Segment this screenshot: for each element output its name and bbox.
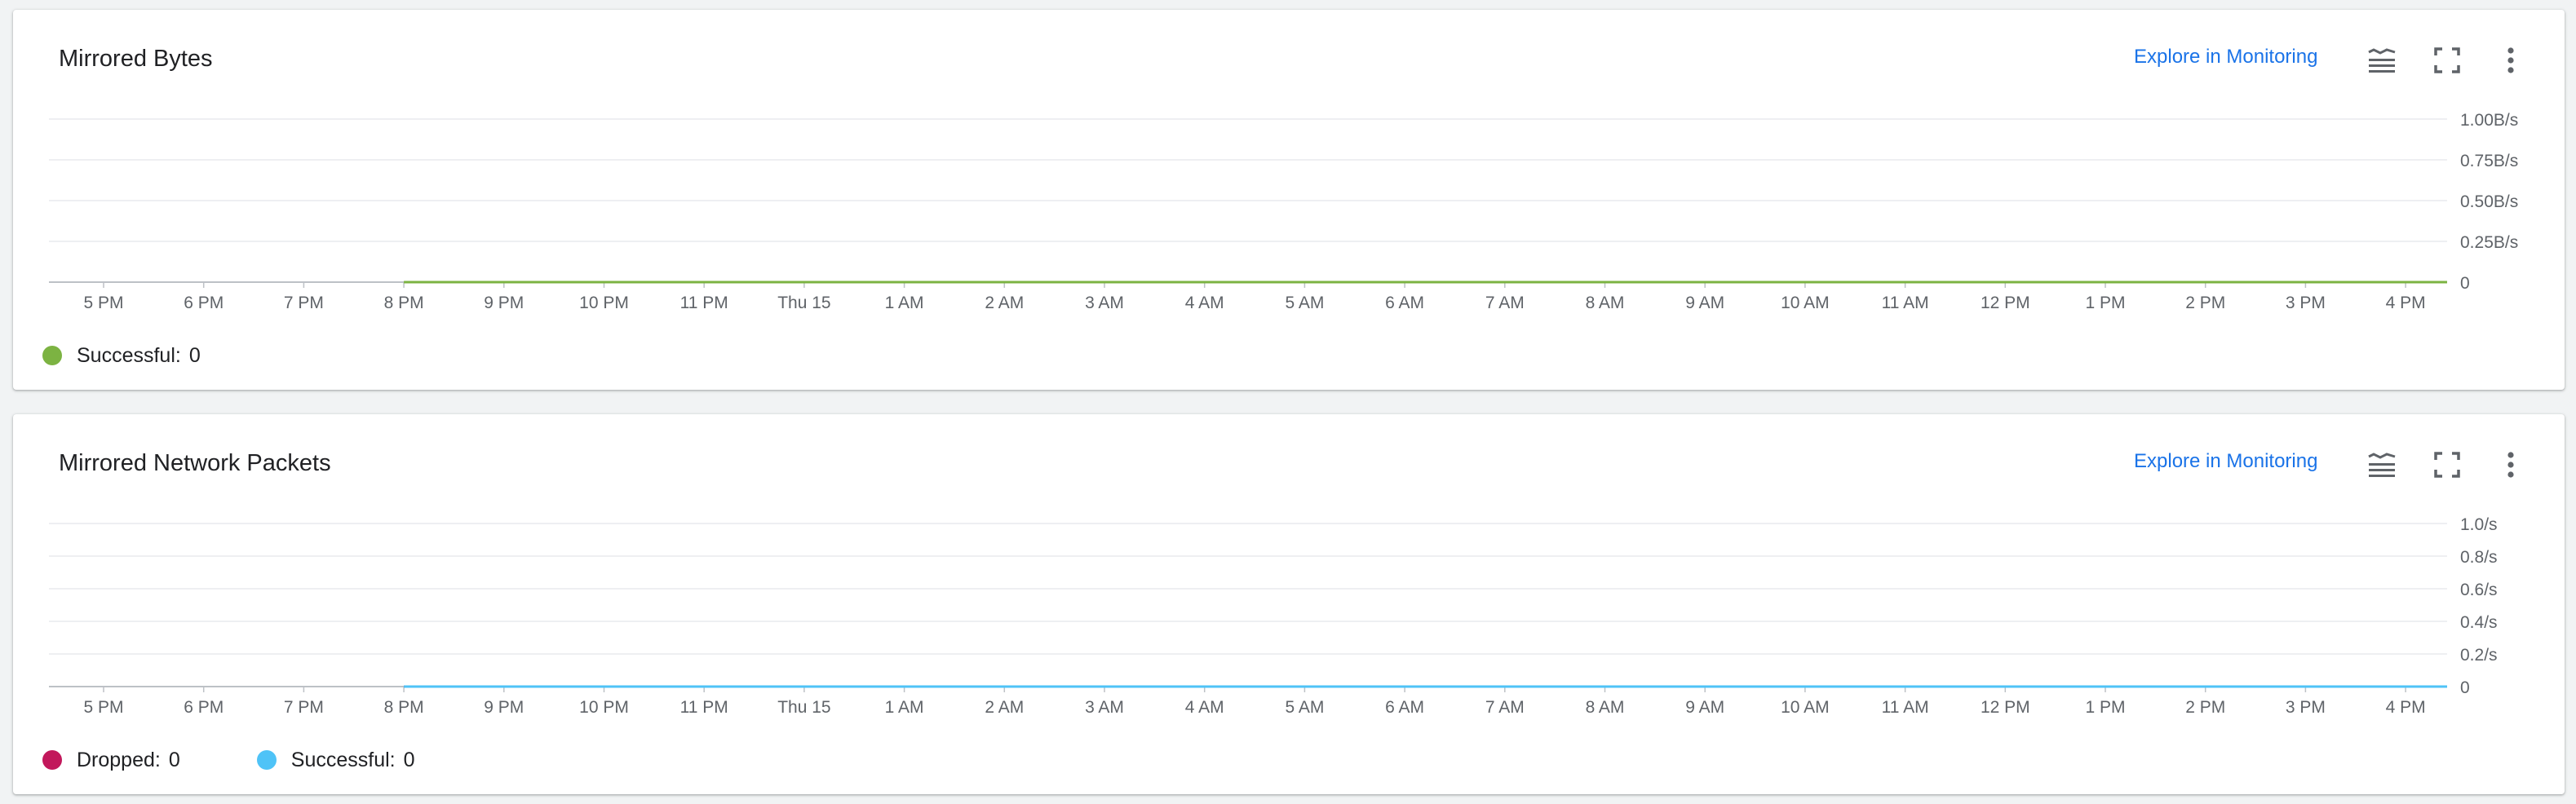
legend-value: 0 [168, 748, 180, 771]
x-tick-label: 10 PM [579, 698, 629, 717]
x-tick-label: 6 PM [184, 294, 224, 312]
x-tick-label: 4 AM [1185, 294, 1224, 312]
x-tick-label: 12 PM [1981, 698, 2030, 717]
y-tick-label: 0.50B/s [2460, 192, 2518, 211]
x-tick-label: 5 PM [83, 294, 123, 312]
chart-card-mirrored-bytes: Mirrored Bytes Explore in Monitoring 1.0… [13, 10, 2565, 390]
legend-value: 0 [403, 748, 415, 771]
x-tick-label: 11 AM [1882, 698, 1929, 717]
x-tick-label: 10 AM [1781, 294, 1830, 312]
legend-swatch [42, 346, 62, 365]
x-tick-label: 3 AM [1085, 698, 1124, 717]
x-tick-label: 4 PM [2386, 294, 2426, 312]
x-tick-label: 9 AM [1685, 698, 1724, 717]
y-tick-label: 1.00B/s [2460, 111, 2518, 130]
x-tick-label: 4 AM [1185, 698, 1224, 717]
x-tick-label: 2 AM [985, 698, 1024, 717]
x-tick-label: 1 PM [2085, 294, 2125, 312]
x-tick-label: 9 AM [1685, 294, 1724, 312]
x-tick-label: 7 AM [1485, 698, 1525, 717]
x-tick-label: Thu 15 [777, 294, 830, 312]
x-tick-label: 5 PM [83, 698, 123, 717]
x-tick-label: 4 PM [2386, 698, 2426, 717]
x-tick-label: 11 PM [680, 294, 728, 312]
legend-item[interactable]: Dropped: 0 [42, 749, 180, 772]
x-tick-label: 9 PM [484, 294, 524, 312]
x-tick-label: 6 PM [184, 698, 224, 717]
x-tick-label: 9 PM [484, 698, 524, 717]
y-tick-label: 1.0/s [2460, 515, 2498, 534]
legend-value: 0 [188, 343, 201, 367]
legend-label: Dropped: [77, 748, 161, 771]
legend-label: Successful: [77, 343, 181, 367]
x-tick-label: Thu 15 [777, 698, 830, 717]
x-tick-label: 8 PM [384, 294, 424, 312]
x-tick-label: 7 AM [1485, 294, 1525, 312]
x-tick-label: 7 PM [284, 698, 324, 717]
chart-legend: Successful: 0 [42, 339, 277, 372]
y-tick-label: 0 [2460, 274, 2470, 293]
x-tick-label: 11 AM [1882, 294, 1929, 312]
x-tick-label: 1 PM [2085, 698, 2125, 717]
legend-item[interactable]: Successful: 0 [256, 748, 415, 772]
y-tick-label: 0.8/s [2460, 548, 2498, 567]
x-tick-label: 5 AM [1285, 294, 1324, 312]
y-tick-label: 0.6/s [2460, 581, 2498, 599]
x-tick-label: 1 AM [885, 294, 924, 312]
x-tick-label: 6 AM [1385, 698, 1424, 717]
line-chart-mirrored-bytes: 1.00B/s 0.75B/s 0.50B/s 0.25B/s 0 5 PM 6 PM 7 P… [49, 111, 2518, 312]
x-tick-label: 11 PM [680, 698, 728, 717]
x-tick-label: 7 PM [284, 294, 324, 312]
x-tick-label: 10 PM [579, 294, 629, 312]
legend-label: Successful: [290, 748, 396, 771]
line-chart-mirrored-network-packets: 1.0/s 0.8/s 0.6/s 0.4/s 0.2/s 0 5 PM 6 PM 7 PM 8 … [49, 515, 2498, 717]
x-tick-label: 10 AM [1781, 698, 1830, 717]
x-tick-label: 2 PM [2185, 294, 2225, 312]
y-tick-label: 0.75B/s [2460, 152, 2518, 170]
y-tick-label: 0.2/s [2460, 646, 2498, 665]
chart-legend: Dropped: 0 Successful: 0 [42, 744, 492, 776]
legend-swatch [42, 750, 62, 770]
x-tick-label: 8 AM [1586, 294, 1625, 312]
x-tick-label: 3 PM [2286, 294, 2326, 312]
x-tick-label: 3 AM [1085, 294, 1124, 312]
y-tick-label: 0.25B/s [2460, 233, 2518, 252]
legend-swatch [256, 750, 277, 770]
x-tick-label: 5 AM [1285, 698, 1324, 717]
y-tick-label: 0.4/s [2460, 613, 2498, 632]
x-tick-label: 1 AM [885, 698, 924, 717]
x-tick-label: 2 AM [985, 294, 1024, 312]
x-tick-label: 2 PM [2185, 698, 2225, 717]
y-tick-label: 0 [2460, 678, 2470, 697]
x-tick-label: 3 PM [2286, 698, 2326, 717]
legend-item[interactable]: Successful: 0 [42, 344, 201, 368]
chart-card-mirrored-network-packets: Mirrored Network Packets Explore in Moni… [13, 414, 2565, 794]
x-tick-label: 8 AM [1586, 698, 1625, 717]
x-tick-label: 8 PM [384, 698, 424, 717]
x-tick-label: 12 PM [1981, 294, 2030, 312]
x-tick-label: 6 AM [1385, 294, 1424, 312]
